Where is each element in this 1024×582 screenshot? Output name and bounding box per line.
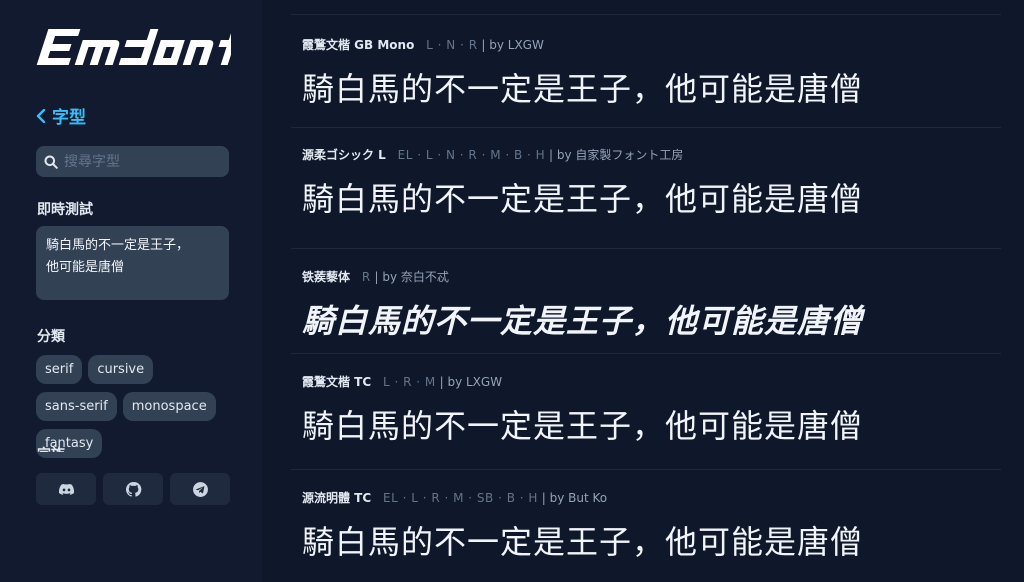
font-weights: L · R · M bbox=[383, 375, 436, 389]
tag-serif[interactable]: serif bbox=[36, 355, 83, 384]
logo-wordmark bbox=[36, 29, 243, 65]
font-weights: EL · L · R · M · SB · B · H bbox=[383, 491, 538, 505]
clipped-section-heading: 字族 bbox=[37, 446, 77, 452]
font-weights: EL · L · N · R · M · B · H bbox=[397, 148, 546, 162]
discord-button[interactable] bbox=[36, 473, 96, 505]
font-sample-text: 騎白馬的不一定是王子，他可能是唐僧 bbox=[302, 302, 864, 340]
tag-cursive[interactable]: cursive bbox=[88, 355, 154, 384]
font-sample-text: 騎白馬的不一定是王子，他可能是唐僧 bbox=[302, 407, 864, 445]
font-card[interactable]: 铁蒺藜体 R | by 奈白不忒 騎白馬的不一定是王子，他可能是唐僧 bbox=[302, 268, 1002, 342]
telegram-button[interactable] bbox=[170, 473, 230, 505]
chevron-left-icon bbox=[36, 108, 46, 123]
tag-fantasy[interactable]: fantasy bbox=[36, 429, 103, 458]
font-author: | by 自家製フォント工房 bbox=[549, 148, 684, 162]
live-test-textarea[interactable]: 騎白馬的不一定是王子， 他可能是唐僧 bbox=[36, 226, 229, 300]
font-card[interactable]: 霞鶩文楷 TC L · R · M | by LXGW 騎白馬的不一定是王子，他… bbox=[302, 373, 1002, 447]
back-link-label: 字型 bbox=[52, 108, 86, 128]
app-window: 字型 即時測試 騎白馬的不一定是王子， 他可能是唐僧 分類 serif curs… bbox=[0, 0, 1024, 582]
font-author: | by 奈白不忒 bbox=[374, 270, 449, 284]
font-weights: R bbox=[361, 270, 371, 284]
divider bbox=[291, 248, 1001, 249]
font-weights: L · N · R bbox=[426, 38, 478, 52]
live-test-heading: 即時測試 bbox=[37, 202, 93, 218]
sidebar: 字型 即時測試 騎白馬的不一定是王子， 他可能是唐僧 分類 serif curs… bbox=[0, 0, 262, 582]
search-box bbox=[36, 146, 229, 177]
divider bbox=[291, 127, 1001, 128]
font-sample-text: 騎白馬的不一定是王子，他可能是唐僧 bbox=[302, 180, 864, 218]
emfont-logo[interactable] bbox=[36, 24, 243, 70]
font-author: | by But Ko bbox=[541, 491, 608, 505]
category-tags: serif cursive sans-serif monospace fanta… bbox=[36, 355, 232, 458]
font-meta: 霞鶩文楷 TC L · R · M | by LXGW bbox=[302, 373, 1002, 391]
font-meta: 源柔ゴシック L EL · L · N · R · M · B · H | by… bbox=[302, 146, 1002, 164]
font-meta: 源流明體 TC EL · L · R · M · SB · B · H | by… bbox=[302, 489, 1002, 507]
search-icon bbox=[44, 155, 58, 169]
font-list: 霞鶩文楷 GB Mono L · N · R | by LXGW 騎白馬的不一定… bbox=[262, 0, 1024, 582]
font-name[interactable]: 铁蒺藜体 bbox=[302, 270, 350, 284]
font-meta: 霞鶩文楷 GB Mono L · N · R | by LXGW bbox=[302, 36, 1002, 54]
search-input[interactable] bbox=[64, 153, 214, 170]
back-to-fonts-link[interactable]: 字型 bbox=[36, 103, 86, 128]
font-card[interactable]: 源流明體 TC EL · L · R · M · SB · B · H | by… bbox=[302, 489, 1002, 563]
divider bbox=[291, 14, 1001, 15]
discord-icon bbox=[58, 483, 74, 495]
category-heading: 分類 bbox=[37, 329, 65, 345]
divider bbox=[291, 353, 1001, 354]
font-author: | by LXGW bbox=[439, 375, 503, 389]
tag-monospace[interactable]: monospace bbox=[122, 392, 216, 421]
github-button[interactable] bbox=[103, 473, 163, 505]
telegram-icon bbox=[192, 481, 208, 497]
font-name[interactable]: 霞鶩文楷 TC bbox=[302, 375, 371, 389]
font-name[interactable]: 源流明體 TC bbox=[302, 491, 371, 505]
font-card[interactable]: 霞鶩文楷 GB Mono L · N · R | by LXGW 騎白馬的不一定… bbox=[302, 36, 1002, 110]
social-links bbox=[36, 473, 230, 505]
github-icon bbox=[125, 481, 141, 497]
font-sample-text: 騎白馬的不一定是王子，他可能是唐僧 bbox=[302, 70, 864, 108]
divider bbox=[291, 469, 1001, 470]
font-name[interactable]: 霞鶩文楷 GB Mono bbox=[302, 38, 414, 52]
font-author: | by LXGW bbox=[481, 38, 544, 52]
font-name[interactable]: 源柔ゴシック L bbox=[302, 148, 386, 162]
font-card[interactable]: 源柔ゴシック L EL · L · N · R · M · B · H | by… bbox=[302, 146, 1002, 220]
tag-sans-serif[interactable]: sans-serif bbox=[36, 392, 117, 421]
font-sample-text: 騎白馬的不一定是王子，他可能是唐僧 bbox=[302, 523, 864, 561]
font-meta: 铁蒺藜体 R | by 奈白不忒 bbox=[302, 268, 1002, 286]
